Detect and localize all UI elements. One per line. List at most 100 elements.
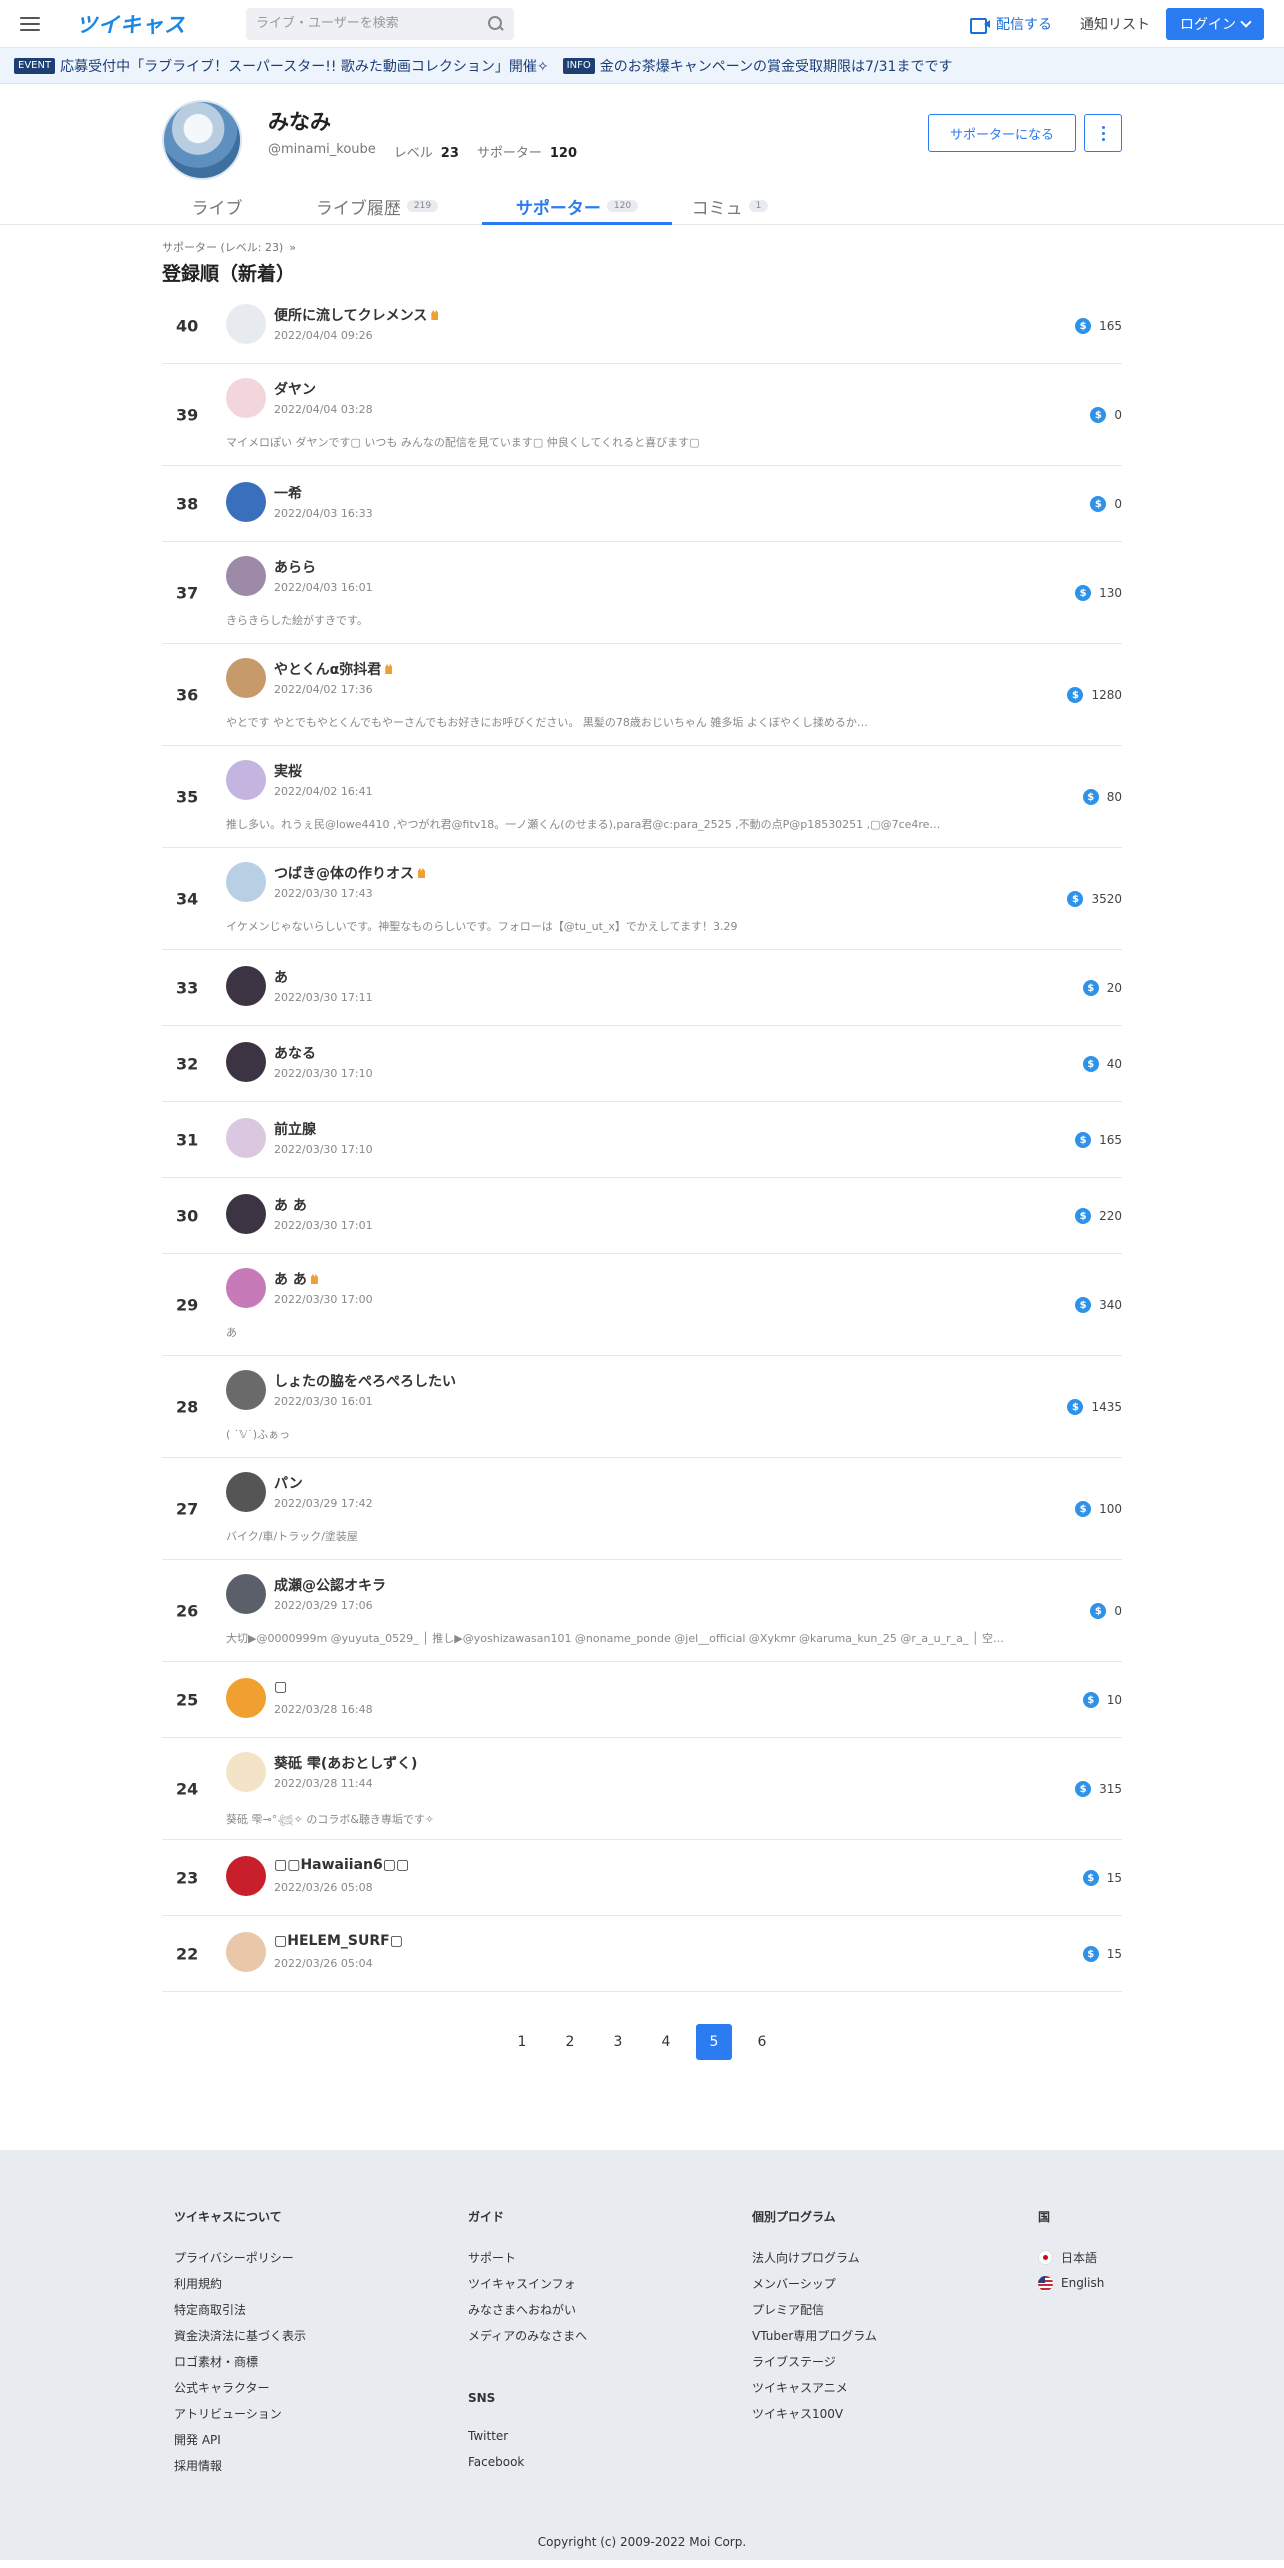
tab-live[interactable]: ライブ <box>162 188 272 224</box>
footer-link[interactable]: ロゴ素材・商標 <box>174 2353 468 2369</box>
supporter-name[interactable]: あ <box>274 967 288 987</box>
site-logo[interactable]: ツイキャス <box>76 9 186 39</box>
list-item[interactable]: 33 あ 2022/03/30 17:11 $20 <box>162 950 1122 1026</box>
page-1[interactable]: 1 <box>504 2024 540 2060</box>
footer-link[interactable]: English <box>1038 2275 1104 2291</box>
supporter-name[interactable]: しょたの脇をぺろぺろしたい <box>274 1371 456 1391</box>
login-button[interactable]: ログイン <box>1166 7 1264 40</box>
avatar[interactable] <box>226 1472 266 1512</box>
avatar[interactable] <box>226 1118 266 1158</box>
broadcast-link[interactable]: 配信する <box>970 14 1052 34</box>
avatar[interactable] <box>226 1370 266 1410</box>
profile-avatar[interactable] <box>162 100 242 180</box>
menu-icon[interactable] <box>20 16 40 31</box>
page-5[interactable]: 5 <box>696 2024 732 2060</box>
more-options-icon[interactable] <box>1084 114 1122 152</box>
supporter-name[interactable]: つばき@体の作りオス <box>274 863 425 883</box>
list-item[interactable]: 36 やとくんα弥抖君 2022/04/02 17:36 やとです やとでもやと… <box>162 644 1122 746</box>
footer-link[interactable]: プレミア配信 <box>752 2301 1038 2317</box>
supporter-name[interactable]: パン <box>274 1473 303 1493</box>
page-2[interactable]: 2 <box>552 2024 588 2060</box>
tab-history[interactable]: ライブ履歴 219 <box>272 188 482 224</box>
list-item[interactable]: 38 一希 2022/04/03 16:33 $0 <box>162 466 1122 542</box>
supporter-name[interactable]: ダヤン <box>274 379 316 399</box>
avatar[interactable] <box>226 482 266 522</box>
avatar[interactable] <box>226 1856 266 1896</box>
footer-link[interactable]: みなさまへおねがい <box>468 2301 752 2317</box>
list-item[interactable]: 32 あなる 2022/03/30 17:10 $40 <box>162 1026 1122 1102</box>
footer-link[interactable]: アトリビューション <box>174 2405 468 2421</box>
page-4[interactable]: 4 <box>648 2024 684 2060</box>
supporter-name[interactable]: 前立腺 <box>274 1119 316 1139</box>
avatar[interactable] <box>226 1268 266 1308</box>
footer-link[interactable]: 特定商取引法 <box>174 2301 468 2317</box>
footer-link[interactable]: ツイキャスインフォ <box>468 2275 752 2291</box>
list-item[interactable]: 40 便所に流してクレメンス 2022/04/04 09:26 $165 <box>162 288 1122 364</box>
info-link[interactable]: 金のお茶爆キャンペーンの賞金受取期限は7/31までです <box>600 56 953 76</box>
footer-link[interactable]: 開発 API <box>174 2431 468 2447</box>
search-input[interactable] <box>256 16 488 31</box>
page-3[interactable]: 3 <box>600 2024 636 2060</box>
event-link[interactable]: 応募受付中「ラブライブ！スーパースター!! 歌みた動画コレクション」開催✧ <box>60 56 549 76</box>
supporter-name[interactable]: あ あ <box>274 1195 307 1215</box>
avatar[interactable] <box>226 760 266 800</box>
footer-link[interactable]: プライバシーポリシー <box>174 2249 468 2265</box>
supporter-name[interactable]: やとくんα弥抖君 <box>274 659 393 679</box>
footer-link[interactable]: メディアのみなさまへ <box>468 2327 752 2343</box>
supporter-name[interactable]: 実桜 <box>274 761 302 781</box>
breadcrumb[interactable]: サポーター (レベル: 23) » <box>162 225 1122 255</box>
page-6[interactable]: 6 <box>744 2024 780 2060</box>
supporter-name[interactable]: ▢HELEM_SURF▢ <box>274 1933 403 1949</box>
footer-link[interactable]: メンバーシップ <box>752 2275 1038 2291</box>
footer-link[interactable]: 採用情報 <box>174 2457 468 2473</box>
supporter-name[interactable]: 便所に流してクレメンス <box>274 305 439 325</box>
list-item[interactable]: 22 ▢HELEM_SURF▢ 2022/03/26 05:04 $15 <box>162 1916 1122 1992</box>
supporter-name[interactable]: 成瀬@公認オキラ <box>274 1575 386 1595</box>
footer-link[interactable]: 資金決済法に基づく表示 <box>174 2327 468 2343</box>
supporter-name[interactable]: ▢▢Hawaiian6▢▢ <box>274 1857 409 1873</box>
list-item[interactable]: 24 葵砥 雫(あおとしずく) 2022/03/28 11:44 葵砥 雫⊸°𓆉… <box>162 1738 1122 1840</box>
list-item[interactable]: 28 しょたの脇をぺろぺろしたい 2022/03/30 16:01 ( ˙𝕍˙)… <box>162 1356 1122 1458</box>
footer-link[interactable]: Facebook <box>468 2455 752 2471</box>
list-item[interactable]: 23 ▢▢Hawaiian6▢▢ 2022/03/26 05:08 $15 <box>162 1840 1122 1916</box>
footer-link[interactable]: ライブステージ <box>752 2353 1038 2369</box>
footer-link[interactable]: サポート <box>468 2249 752 2265</box>
list-item[interactable]: 26 成瀬@公認オキラ 2022/03/29 17:06 大切▶@0000999… <box>162 1560 1122 1662</box>
footer-link[interactable]: VTuber専用プログラム <box>752 2327 1038 2343</box>
footer-link[interactable]: 日本語 <box>1038 2249 1104 2265</box>
tab-supporters[interactable]: サポーター 120 <box>482 188 672 225</box>
avatar[interactable] <box>226 378 266 418</box>
avatar[interactable] <box>226 1042 266 1082</box>
list-item[interactable]: 27 パン 2022/03/29 17:42 バイク/車/トラック/塗装屋 $1… <box>162 1458 1122 1560</box>
avatar[interactable] <box>226 556 266 596</box>
avatar[interactable] <box>226 966 266 1006</box>
avatar[interactable] <box>226 862 266 902</box>
become-supporter-button[interactable]: サポーターになる <box>928 114 1076 152</box>
avatar[interactable] <box>226 304 266 344</box>
footer-link[interactable]: ツイキャス100V <box>752 2405 1038 2421</box>
list-item[interactable]: 25 ▢ 2022/03/28 16:48 $10 <box>162 1662 1122 1738</box>
supporter-name[interactable]: あらら <box>274 557 316 577</box>
footer-link[interactable]: 法人向けプログラム <box>752 2249 1038 2265</box>
supporter-name[interactable]: 一希 <box>274 483 302 503</box>
search-box[interactable] <box>246 7 514 40</box>
list-item[interactable]: 37 あらら 2022/04/03 16:01 きらきらした絵がすきです。 $1… <box>162 542 1122 644</box>
supporter-name[interactable]: ▢ <box>274 1679 287 1695</box>
avatar[interactable] <box>226 1752 266 1792</box>
list-item[interactable]: 35 実桜 2022/04/02 16:41 推し多い。れうぇ民@lowe441… <box>162 746 1122 848</box>
list-item[interactable]: 30 あ あ 2022/03/30 17:01 $220 <box>162 1178 1122 1254</box>
avatar[interactable] <box>226 658 266 698</box>
tab-community[interactable]: コミュ 1 <box>672 188 788 224</box>
supporter-name[interactable]: 葵砥 雫(あおとしずく) <box>274 1753 417 1773</box>
list-item[interactable]: 29 あ あ 2022/03/30 17:00 あ $340 <box>162 1254 1122 1356</box>
list-item[interactable]: 31 前立腺 2022/03/30 17:10 $165 <box>162 1102 1122 1178</box>
footer-link[interactable]: ツイキャスアニメ <box>752 2379 1038 2395</box>
supporter-name[interactable]: あなる <box>274 1043 316 1063</box>
footer-link[interactable]: Twitter <box>468 2429 752 2445</box>
footer-link[interactable]: 利用規約 <box>174 2275 468 2291</box>
footer-link[interactable]: 公式キャラクター <box>174 2379 468 2395</box>
avatar[interactable] <box>226 1932 266 1972</box>
search-icon[interactable] <box>488 15 504 32</box>
avatar[interactable] <box>226 1194 266 1234</box>
avatar[interactable] <box>226 1574 266 1614</box>
